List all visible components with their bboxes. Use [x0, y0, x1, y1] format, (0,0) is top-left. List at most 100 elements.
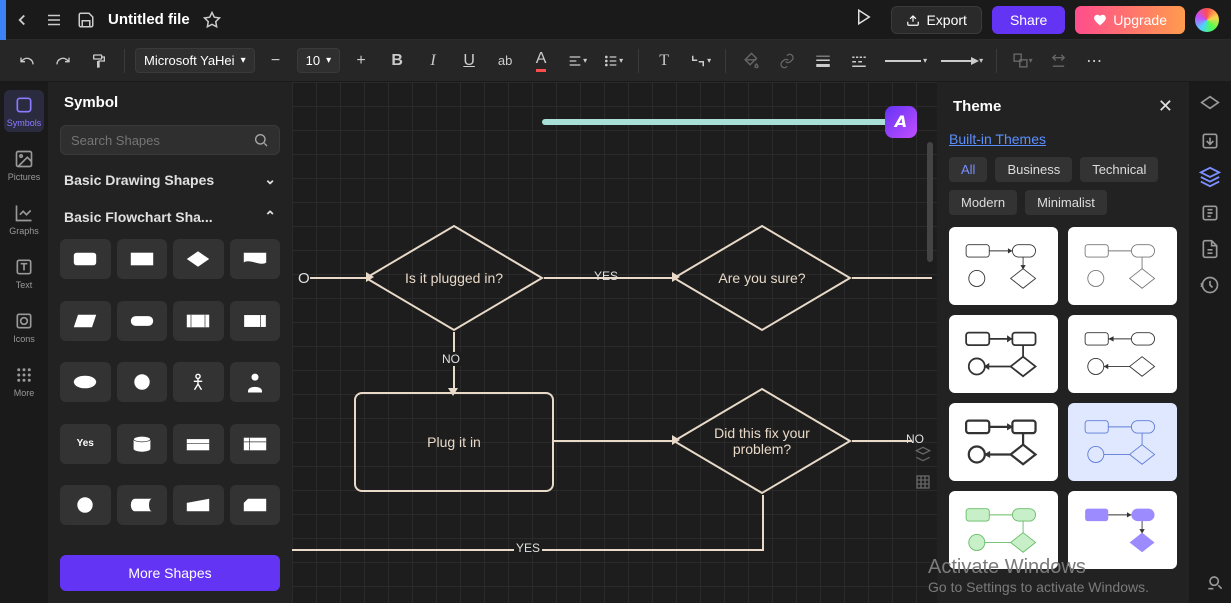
- italic-icon[interactable]: I: [418, 46, 448, 76]
- menu-icon[interactable]: [44, 10, 64, 30]
- line-style-icon[interactable]: [844, 46, 874, 76]
- redo-icon[interactable]: [48, 46, 78, 76]
- node-are-you-sure[interactable]: Are you sure?: [672, 224, 852, 332]
- bold-icon[interactable]: B: [382, 46, 412, 76]
- symbol-panel-title: Symbol: [48, 82, 292, 119]
- search-field[interactable]: [71, 133, 253, 148]
- shape-yes-annotation[interactable]: Yes: [60, 424, 111, 464]
- theme-thumb[interactable]: [1068, 403, 1177, 481]
- rail-text[interactable]: Text: [4, 252, 44, 294]
- theme-thumb[interactable]: [949, 315, 1058, 393]
- history-icon[interactable]: [1199, 274, 1221, 296]
- save-icon[interactable]: [76, 10, 96, 30]
- underline-icon[interactable]: U: [454, 46, 484, 76]
- rail-pictures[interactable]: Pictures: [4, 144, 44, 186]
- shape-person[interactable]: [230, 362, 281, 402]
- align-icon[interactable]: ▾: [562, 46, 592, 76]
- category-basic-drawing[interactable]: Basic Drawing Shapes⌄: [48, 161, 292, 198]
- shape-connector[interactable]: [60, 485, 111, 525]
- line-weight-icon[interactable]: [808, 46, 838, 76]
- link-icon[interactable]: [772, 46, 802, 76]
- line-preview-icon[interactable]: ▾: [880, 46, 930, 76]
- node-did-this-fix[interactable]: Did this fix your problem?: [672, 387, 852, 495]
- list-icon[interactable]: ▾: [598, 46, 628, 76]
- format-painter-icon[interactable]: [84, 46, 114, 76]
- ai-badge-icon[interactable]: 𝘼: [885, 106, 917, 138]
- theme-thumb[interactable]: [949, 403, 1058, 481]
- upgrade-button[interactable]: Upgrade: [1075, 6, 1185, 34]
- category-basic-flowchart[interactable]: Basic Flowchart Sha...⌃: [48, 198, 292, 235]
- canvas[interactable]: 𝘼 O Is it plugged in? YES Are you sure? …: [292, 82, 937, 603]
- more-tools-icon[interactable]: ⋯: [1079, 46, 1109, 76]
- shape-terminator[interactable]: [117, 301, 168, 341]
- export-button[interactable]: Export: [891, 6, 981, 34]
- theme-cat-technical[interactable]: Technical: [1080, 157, 1158, 182]
- shape-manual-input[interactable]: [173, 485, 224, 525]
- rail-icons[interactable]: Icons: [4, 306, 44, 348]
- theme-cat-modern[interactable]: Modern: [949, 190, 1017, 215]
- distribute-icon[interactable]: [1043, 46, 1073, 76]
- shape-direct-data[interactable]: [117, 485, 168, 525]
- layer-icon[interactable]: [915, 446, 931, 467]
- undo-icon[interactable]: [12, 46, 42, 76]
- fill-icon[interactable]: [736, 46, 766, 76]
- vertical-scrollbar[interactable]: [927, 142, 933, 262]
- theme-thumb[interactable]: [1068, 315, 1177, 393]
- font-size-select[interactable]: 10▾: [297, 48, 341, 73]
- star-icon[interactable]: [202, 10, 222, 30]
- shape-database[interactable]: [117, 424, 168, 464]
- shape-circle[interactable]: [117, 362, 168, 402]
- shape-document[interactable]: [230, 239, 281, 279]
- shape-actor[interactable]: [173, 362, 224, 402]
- node-is-plugged[interactable]: Is it plugged in?: [364, 224, 544, 332]
- shape-card2[interactable]: [230, 485, 281, 525]
- font-select[interactable]: Microsoft YaHei▾: [135, 48, 255, 73]
- connector-icon[interactable]: ▾: [685, 46, 715, 76]
- close-icon[interactable]: ✕: [1158, 96, 1173, 117]
- search-input[interactable]: [60, 125, 280, 155]
- shape-ellipse[interactable]: [60, 362, 111, 402]
- back-icon[interactable]: [12, 10, 32, 30]
- shape-predefined[interactable]: [173, 301, 224, 341]
- style-icon[interactable]: [1199, 166, 1221, 188]
- node-plug-it-in[interactable]: Plug it in: [354, 392, 554, 492]
- theme-icon[interactable]: [1199, 94, 1221, 116]
- properties-icon[interactable]: [1199, 202, 1221, 224]
- shape-stored-data[interactable]: [230, 301, 281, 341]
- font-increase-icon[interactable]: +: [346, 46, 376, 76]
- text-tool-icon[interactable]: T: [649, 46, 679, 76]
- shape-card[interactable]: [173, 424, 224, 464]
- theme-thumb[interactable]: [1068, 227, 1177, 305]
- shape-rect-rounded[interactable]: [60, 239, 111, 279]
- zoom-icon[interactable]: [1205, 572, 1225, 597]
- arrow-preview-icon[interactable]: ▾: [936, 46, 986, 76]
- notes-icon[interactable]: [1199, 238, 1221, 260]
- avatar[interactable]: [1195, 8, 1219, 32]
- theme-thumb[interactable]: [949, 227, 1058, 305]
- text-icon: [13, 256, 35, 278]
- horizontal-scrollbar[interactable]: [542, 119, 917, 125]
- case-icon[interactable]: ab: [490, 46, 520, 76]
- shape-rect[interactable]: [117, 239, 168, 279]
- edge-label-no: NO: [440, 352, 462, 366]
- font-color-icon[interactable]: A: [526, 46, 556, 76]
- shape-diamond[interactable]: [173, 239, 224, 279]
- font-decrease-icon[interactable]: −: [261, 46, 291, 76]
- rail-symbols[interactable]: Symbols: [4, 90, 44, 132]
- theme-thumb[interactable]: [1068, 491, 1177, 569]
- play-icon[interactable]: [855, 8, 873, 31]
- shape-parallelogram[interactable]: [60, 301, 111, 341]
- import-icon[interactable]: [1199, 130, 1221, 152]
- theme-cat-business[interactable]: Business: [995, 157, 1072, 182]
- theme-thumb[interactable]: [949, 491, 1058, 569]
- shape-internal-storage[interactable]: [230, 424, 281, 464]
- built-in-themes-link[interactable]: Built-in Themes: [949, 131, 1177, 147]
- more-shapes-button[interactable]: More Shapes: [60, 555, 280, 591]
- rail-more[interactable]: More: [4, 360, 44, 402]
- grid-toggle-icon[interactable]: [915, 474, 931, 495]
- group-icon[interactable]: ▾: [1007, 46, 1037, 76]
- theme-cat-all[interactable]: All: [949, 157, 987, 182]
- theme-cat-minimalist[interactable]: Minimalist: [1025, 190, 1107, 215]
- share-button[interactable]: Share: [992, 6, 1065, 34]
- rail-graphs[interactable]: Graphs: [4, 198, 44, 240]
